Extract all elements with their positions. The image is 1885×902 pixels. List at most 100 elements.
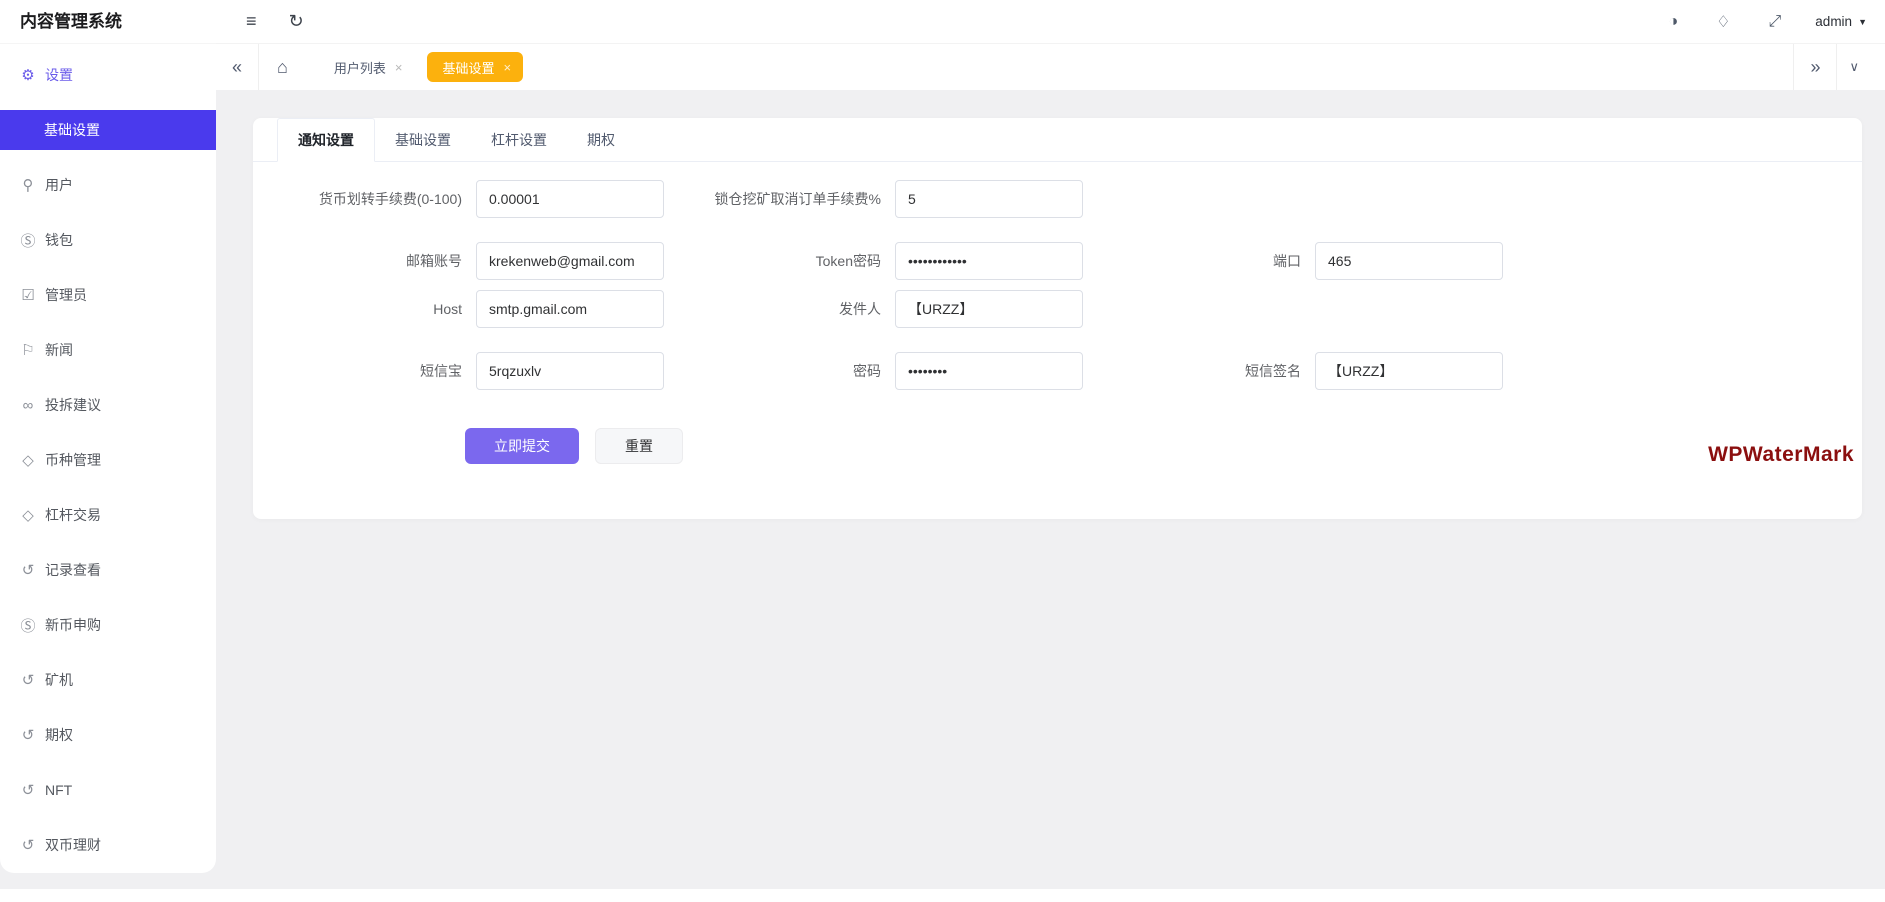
form-field: 货币划转手续费(0-100) — [277, 180, 664, 218]
form-field: Token密码 — [664, 242, 1083, 280]
sidebar-item-miner[interactable]: ↺ 矿机 — [0, 660, 216, 700]
sidebar-item-label: 设置 — [45, 67, 73, 83]
topbar: ≡ ↻ ◑ ♢ ⤢ admin ▼ — [216, 0, 1885, 44]
sidebar-item-label: 期权 — [45, 727, 73, 743]
notification-settings-form: 货币划转手续费(0-100) 锁仓挖矿取消订单手续费% 邮箱账号 Token密码 — [253, 162, 1862, 464]
field-label: 货币划转手续费(0-100) — [318, 191, 462, 207]
field-label: Host — [433, 301, 462, 317]
token-password-input[interactable] — [895, 242, 1083, 280]
user-icon: ⚲ — [22, 177, 34, 194]
form-row: 短信宝 密码 短信签名 — [277, 352, 1838, 390]
card-tabs: 通知设置 基础设置 杠杆设置 期权 — [253, 118, 1862, 162]
fullscreen-icon[interactable]: ⤢ — [1768, 13, 1781, 31]
dollar-circle-icon: Ⓢ — [20, 617, 36, 635]
infinity-icon: ∞ — [22, 396, 34, 414]
form-field: 发件人 — [664, 290, 1083, 328]
sidebar-item-label: 杠杆交易 — [45, 507, 101, 523]
tab-basic-settings[interactable]: 基础设置 — [375, 118, 471, 161]
sidebar-item-users[interactable]: ⚲ 用户 — [0, 165, 216, 205]
gem-icon: ◇ — [22, 507, 34, 524]
footer-strip — [0, 889, 1885, 902]
field-label: Token密码 — [815, 253, 881, 269]
sidebar-item-label: 投拆建议 — [45, 397, 101, 413]
sidebar-item-label: 记录查看 — [45, 562, 101, 578]
sidebar-item-label: 新币申购 — [45, 617, 101, 633]
field-label: 发件人 — [839, 301, 881, 317]
field-label: 短信签名 — [1245, 363, 1301, 379]
circle-arrow-icon: ↺ — [21, 782, 35, 799]
field-label: 锁仓挖矿取消订单手续费% — [714, 191, 881, 207]
close-icon[interactable]: × — [504, 60, 512, 75]
port-input[interactable] — [1315, 242, 1503, 280]
sidebar-item-dual-invest[interactable]: ↺ 双币理财 — [0, 825, 216, 865]
tab-user-list[interactable]: 用户列表 × — [318, 52, 415, 82]
user-menu[interactable]: admin ▼ — [1815, 14, 1867, 29]
sidebar-item-wallet[interactable]: Ⓢ 钱包 — [0, 220, 216, 260]
chevron-down-icon[interactable]: ∨ — [1837, 59, 1871, 75]
currency-transfer-fee-input[interactable] — [476, 180, 664, 218]
tab-label: 基础设置 — [442, 60, 495, 76]
sidebar-item-label: 钱包 — [45, 232, 73, 248]
reset-button[interactable]: 重置 — [595, 428, 683, 464]
username: admin — [1815, 14, 1853, 29]
field-label: 短信宝 — [420, 363, 462, 379]
sidebar-item-records[interactable]: ↺ 记录查看 — [0, 550, 216, 590]
tab-basic-settings[interactable]: 基础设置 × — [426, 52, 524, 82]
form-field-empty — [1083, 180, 1503, 218]
sidebar-item-news[interactable]: ⚐ 新闻 — [0, 330, 216, 370]
tab-options[interactable]: 期权 — [567, 118, 635, 161]
collapse-right-icon[interactable]: » — [1794, 57, 1836, 78]
sidebar-item-new-coin-subscription[interactable]: Ⓢ 新币申购 — [0, 605, 216, 645]
lock-mining-cancel-fee-input[interactable] — [895, 180, 1083, 218]
theme-palette-icon[interactable]: ◑ — [1668, 13, 1678, 31]
sender-input[interactable] — [895, 290, 1083, 328]
form-row: 货币划转手续费(0-100) 锁仓挖矿取消订单手续费% — [277, 180, 1838, 218]
sidebar-item-label: 基础设置 — [44, 122, 100, 138]
gem-icon: ◇ — [22, 452, 34, 469]
sidebar-item-basic-settings[interactable]: 基础设置 — [0, 110, 216, 150]
sidebar-item-admins[interactable]: ☑ 管理员 — [0, 275, 216, 315]
sidebar-item-feedback[interactable]: ∞ 投拆建议 — [0, 385, 216, 425]
sidebar-item-label: 用户 — [45, 177, 73, 193]
sidebar-item-settings[interactable]: ⚙ 设置 — [0, 55, 216, 95]
field-label: 邮箱账号 — [406, 253, 462, 269]
sidebar-item-options[interactable]: ↺ 期权 — [0, 715, 216, 755]
history-icon: ↺ — [21, 562, 35, 579]
sms-signature-input[interactable] — [1315, 352, 1503, 390]
button-row: 立即提交 重置 — [465, 428, 1838, 464]
gear-icon: ⚙ — [21, 67, 35, 84]
form-row: 邮箱账号 Token密码 端口 — [277, 242, 1838, 280]
submit-button[interactable]: 立即提交 — [465, 428, 579, 464]
form-row: Host 发件人 — [277, 290, 1838, 328]
tab-label: 用户列表 — [333, 60, 386, 76]
circle-arrow-icon: ↺ — [21, 672, 35, 689]
tab-notification-settings[interactable]: 通知设置 — [277, 118, 375, 162]
form-field-empty — [1083, 290, 1503, 328]
sidebar-item-nft[interactable]: ↺ NFT — [0, 770, 216, 810]
watermark: WPWaterMark — [1708, 443, 1854, 466]
sidebar-item-margin-trading[interactable]: ◇ 杠杆交易 — [0, 495, 216, 535]
tag-icon[interactable]: ♢ — [1716, 12, 1730, 32]
tabbar: « ⌂ 用户列表 × 基础设置 × » ∨ — [216, 44, 1885, 90]
sidebar-item-label: 币种管理 — [45, 452, 101, 468]
tab-leverage-settings[interactable]: 杠杆设置 — [471, 118, 567, 161]
collapse-left-icon[interactable]: « — [216, 57, 258, 78]
home-icon[interactable]: ⌂ — [259, 57, 306, 78]
form-field: 邮箱账号 — [277, 242, 664, 280]
host-input[interactable] — [476, 290, 664, 328]
smsbao-input[interactable] — [476, 352, 664, 390]
menu-fold-icon[interactable]: ≡ — [246, 11, 257, 32]
sidebar-item-label: 矿机 — [45, 672, 73, 688]
sidebar-menu: ⚙ 设置 基础设置 ⚲ 用户 Ⓢ 钱包 ☑ 管理员 ⚐ 新闻 ∞ 投拆建议 ◇ … — [0, 44, 216, 865]
refresh-icon[interactable]: ↻ — [289, 11, 304, 32]
caret-down-icon: ▼ — [1858, 16, 1867, 27]
password-input[interactable] — [895, 352, 1083, 390]
app-title: 内容管理系统 — [0, 0, 216, 44]
sidebar-item-coin-management[interactable]: ◇ 币种管理 — [0, 440, 216, 480]
email-account-input[interactable] — [476, 242, 664, 280]
form-field: 密码 — [664, 352, 1083, 390]
close-icon[interactable]: × — [395, 60, 403, 75]
form-field: 端口 — [1083, 242, 1503, 280]
circle-arrow-icon: ↺ — [21, 727, 35, 744]
form-field: 短信签名 — [1083, 352, 1503, 390]
